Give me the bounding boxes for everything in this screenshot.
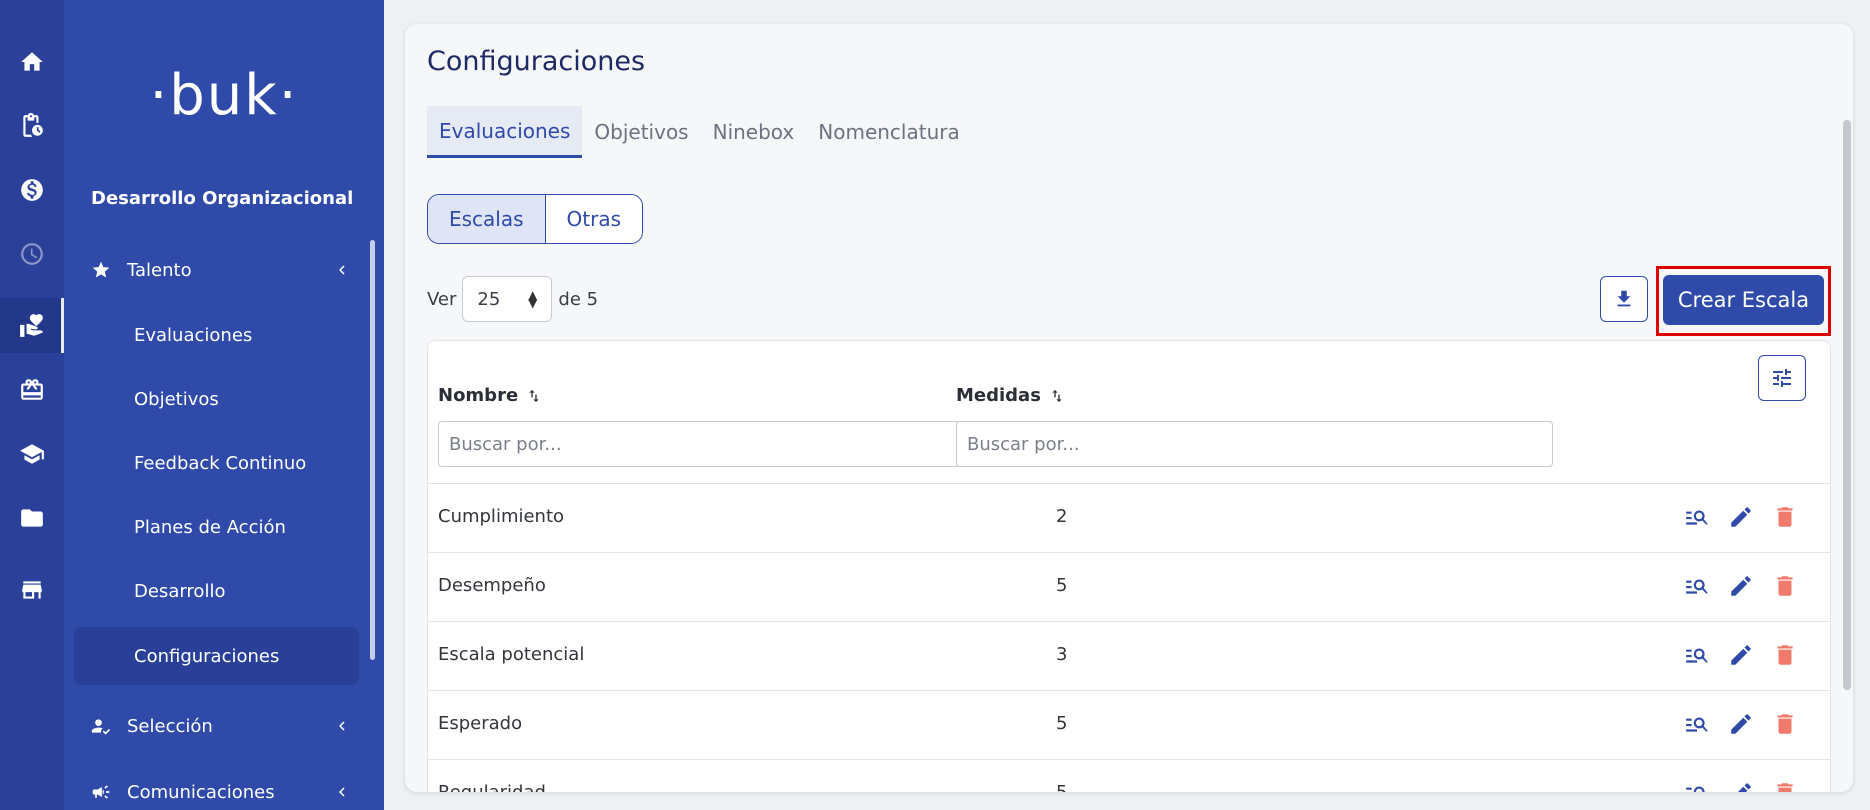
store-icon[interactable]	[0, 562, 64, 617]
cell-nombre: Regularidad	[438, 782, 546, 792]
chevron-left-icon	[339, 721, 345, 731]
nav-group-label: Talento	[127, 259, 192, 281]
scales-table: Nombre Medidas Cumplimiento 2 Desempeño …	[427, 340, 1831, 792]
chevron-left-icon	[339, 265, 345, 275]
nav-item-configuraciones[interactable]: Configuraciones	[74, 627, 359, 685]
crear-escala-button[interactable]: Crear Escala	[1663, 275, 1824, 325]
page-size-select[interactable]: 25 ▲ ▼	[462, 276, 553, 322]
dollar-icon[interactable]	[0, 162, 64, 217]
page-title: Configuraciones	[427, 46, 646, 77]
row-actions	[1684, 780, 1798, 792]
edit-icon[interactable]	[1728, 642, 1754, 668]
star-icon	[92, 261, 110, 278]
table-row: Desempeño 5	[428, 552, 1830, 621]
main-scrollbar[interactable]	[1843, 120, 1851, 690]
edit-icon[interactable]	[1728, 780, 1754, 792]
cell-medidas: 2	[1056, 506, 1068, 527]
nav-item-feedback-continuo[interactable]: Feedback Continuo	[74, 434, 359, 492]
highlight-box: Crear Escala	[1656, 266, 1831, 336]
column-header-medidas[interactable]: Medidas	[956, 385, 1065, 406]
nav-group-comunicaciones[interactable]: Comunicaciones	[91, 776, 351, 808]
person-check-icon	[91, 719, 111, 735]
cell-nombre: Desempeño	[438, 575, 546, 596]
buk-logo[interactable]: ·buk·	[64, 60, 384, 130]
delete-icon[interactable]	[1772, 642, 1798, 668]
filter-nombre-input[interactable]	[438, 421, 1035, 467]
cell-medidas: 3	[1056, 644, 1068, 665]
table-row: Regularidad 5	[428, 759, 1830, 792]
download-icon	[1617, 290, 1631, 307]
view-details-icon[interactable]	[1684, 573, 1710, 599]
clipboard-clock-icon[interactable]	[0, 98, 64, 153]
delete-icon[interactable]	[1772, 711, 1798, 737]
megaphone-icon	[92, 785, 110, 799]
hand-heart-icon[interactable]	[0, 298, 64, 353]
sort-arrows-icon: ▲ ▼	[528, 288, 538, 310]
cell-medidas: 5	[1056, 782, 1067, 792]
view-details-icon[interactable]	[1684, 780, 1710, 792]
cell-medidas: 5	[1056, 713, 1068, 734]
filter-medidas-input[interactable]	[956, 421, 1553, 467]
nav-group-label: Comunicaciones	[127, 781, 275, 803]
sidebar: ·buk· Desarrollo Organizacional Talento …	[64, 0, 384, 810]
cell-nombre: Cumplimiento	[438, 506, 565, 527]
cell-nombre: Esperado	[438, 713, 523, 734]
download-button[interactable]	[1600, 276, 1648, 322]
cell-nombre: Escala potencial	[438, 644, 585, 665]
table-row: Escala potencial 3	[428, 621, 1830, 690]
view-details-icon[interactable]	[1684, 642, 1710, 668]
row-actions	[1684, 573, 1798, 599]
gift-icon[interactable]	[0, 362, 64, 417]
sidebar-scrollbar[interactable]	[370, 240, 375, 660]
ver-label: Ver	[427, 288, 457, 310]
nav-item-desarrollo[interactable]: Desarrollo	[74, 562, 359, 620]
column-settings-button[interactable]	[1758, 355, 1806, 401]
nav-group-label: Selección	[127, 715, 213, 737]
tab-nomenclatura[interactable]: Nomenclatura	[806, 106, 971, 158]
column-header-nombre[interactable]: Nombre	[438, 385, 542, 406]
edit-icon[interactable]	[1728, 504, 1754, 530]
tab-ninebox[interactable]: Ninebox	[701, 106, 807, 158]
section-title: Desarrollo Organizacional	[91, 188, 354, 209]
sort-icon	[1052, 389, 1062, 402]
delete-icon[interactable]	[1772, 573, 1798, 599]
tune-icon	[1773, 369, 1791, 387]
home-icon[interactable]	[0, 34, 64, 89]
view-details-icon[interactable]	[1684, 711, 1710, 737]
page-count-label: de 5	[558, 288, 599, 310]
folder-icon[interactable]	[0, 490, 64, 545]
tab-evaluaciones[interactable]: Evaluaciones	[427, 106, 583, 158]
segment-otras[interactable]: Otras	[545, 195, 643, 243]
sort-icon	[529, 389, 539, 402]
nav-group-seleccion[interactable]: Selección	[91, 710, 351, 742]
edit-icon[interactable]	[1728, 573, 1754, 599]
view-details-icon[interactable]	[1684, 504, 1710, 530]
row-actions	[1684, 711, 1798, 737]
page-size-value: 25	[477, 288, 501, 310]
table-row: Esperado 5	[428, 690, 1830, 759]
edit-icon[interactable]	[1728, 711, 1754, 737]
row-actions	[1684, 504, 1798, 530]
graduation-cap-icon[interactable]	[0, 426, 64, 481]
nav-item-objetivos[interactable]: Objetivos	[74, 370, 359, 428]
delete-icon[interactable]	[1772, 504, 1798, 530]
table-row: Cumplimiento 2	[428, 483, 1830, 552]
nav-item-planes-de-accion[interactable]: Planes de Acción	[74, 498, 359, 556]
page-size-control: Ver 25 ▲ ▼ de 5	[427, 276, 598, 322]
main-card: Configuraciones Evaluaciones Objetivos N…	[405, 24, 1853, 792]
segment-escalas[interactable]: Escalas	[428, 195, 546, 243]
chevron-left-icon	[339, 787, 345, 797]
nav-item-evaluaciones[interactable]: Evaluaciones	[74, 306, 359, 364]
row-actions	[1684, 642, 1798, 668]
nav-group-talento[interactable]: Talento	[91, 254, 351, 286]
delete-icon[interactable]	[1772, 780, 1798, 792]
cell-medidas: 5	[1056, 575, 1068, 596]
clock-icon[interactable]	[0, 226, 64, 281]
segmented-control: Escalas Otras	[427, 194, 644, 244]
tab-objetivos[interactable]: Objetivos	[582, 106, 700, 158]
icon-rail	[0, 0, 64, 810]
tab-bar: Evaluaciones Objetivos Ninebox Nomenclat…	[427, 106, 972, 158]
